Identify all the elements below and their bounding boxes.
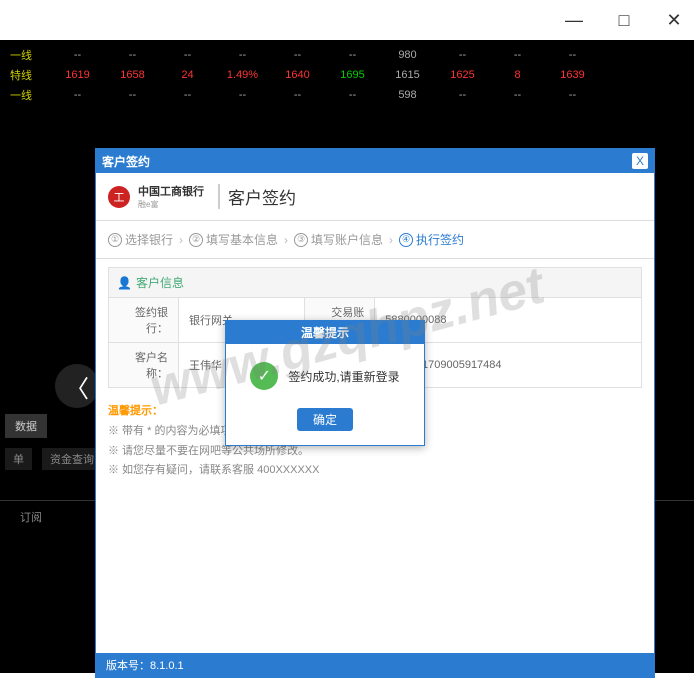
back-button[interactable]: 〈 xyxy=(55,364,99,408)
minimize-button[interactable]: — xyxy=(564,10,584,30)
name-label: 客户名称： xyxy=(109,343,179,388)
success-popup: 温馨提示 ✓ 签约成功,请重新登录 确定 xyxy=(225,320,425,446)
background-app: 一线 -- -- -- -- -- -- 980 -- -- -- 特线 161… xyxy=(0,40,694,673)
ticker-cell: -- xyxy=(105,89,160,101)
tab-funds[interactable]: 资金查询 xyxy=(42,448,102,470)
chevron-right-icon: › xyxy=(389,233,393,247)
step-breadcrumb: ①选择银行 › ②填写基本信息 › ③填写账户信息 › ④执行签约 xyxy=(96,221,654,259)
bank-logo-icon: 工 xyxy=(108,186,130,208)
ticker-cell: 1619 xyxy=(50,69,105,81)
tab-order[interactable]: 单 xyxy=(5,448,32,470)
popup-message: 签约成功,请重新登录 xyxy=(288,368,399,385)
maximize-button[interactable]: □ xyxy=(614,10,634,30)
ticker-cell: -- xyxy=(490,49,545,61)
ticker-cell: -- xyxy=(490,89,545,101)
ticker-cell: 1640 xyxy=(270,69,325,81)
ticker-label: 一线 xyxy=(10,87,50,103)
ticker-cell: 598 xyxy=(380,89,435,101)
ticker-cell: -- xyxy=(545,89,600,101)
step-1: ①选择银行 xyxy=(108,231,173,248)
ticker-cell: -- xyxy=(215,49,270,61)
ticker-cell: 24 xyxy=(160,69,215,81)
dialog-close-button[interactable]: X xyxy=(632,153,648,169)
bank-label: 签约银行： xyxy=(109,298,179,343)
ticker-cell: 1658 xyxy=(105,69,160,81)
dialog-title: 客户签约 xyxy=(102,153,150,170)
step-4: ④执行签约 xyxy=(399,231,464,248)
ticker-cell: -- xyxy=(50,89,105,101)
version-bar: 版本号：8.1.0.1 xyxy=(96,653,654,677)
ticker-cell: -- xyxy=(160,89,215,101)
ticker-cell: -- xyxy=(215,89,270,101)
ticker-cell: 1695 xyxy=(325,69,380,81)
step-3: ③填写账户信息 xyxy=(294,231,383,248)
ticker-cell: 8 xyxy=(490,69,545,81)
user-icon: 👤 xyxy=(117,276,132,290)
ticker-cell: 1625 xyxy=(435,69,490,81)
tab-data[interactable]: 数据 xyxy=(5,414,47,438)
success-check-icon: ✓ xyxy=(250,362,278,390)
close-button[interactable]: ✕ xyxy=(664,10,684,30)
step-2: ②填写基本信息 xyxy=(189,231,278,248)
popup-title: 温馨提示 xyxy=(226,321,424,344)
ok-button[interactable]: 确定 xyxy=(297,408,353,431)
ticker-label: 特线 xyxy=(10,67,50,83)
chevron-right-icon: › xyxy=(284,233,288,247)
ticker-cell: -- xyxy=(105,49,160,61)
tip-line: ※ 如您存有疑问，请联系客服 400XXXXXX xyxy=(108,461,642,481)
section-header: 👤 客户信息 xyxy=(108,267,642,297)
chevron-right-icon: › xyxy=(179,233,183,247)
ticker-cell: -- xyxy=(325,89,380,101)
page-heading: 客户签约 xyxy=(218,184,296,209)
ticker-cell: -- xyxy=(50,49,105,61)
ticker-cell: 1639 xyxy=(545,69,600,81)
bank-subtitle: 融e富 xyxy=(138,199,204,210)
ticker-cell: 1.49% xyxy=(215,69,270,81)
ticker-cell: -- xyxy=(270,49,325,61)
ticker-cell: -- xyxy=(325,49,380,61)
ticker-cell: -- xyxy=(435,89,490,101)
bank-name: 中国工商银行 xyxy=(138,183,204,199)
ticker-cell: -- xyxy=(270,89,325,101)
ticker-label: 一线 xyxy=(10,47,50,63)
ticker-cell: 1615 xyxy=(380,69,435,81)
ticker-cell: -- xyxy=(545,49,600,61)
ticker-cell: 980 xyxy=(380,49,435,61)
ticker-cell: -- xyxy=(435,49,490,61)
ticker-cell: -- xyxy=(160,49,215,61)
ticker-table: 一线 -- -- -- -- -- -- 980 -- -- -- 特线 161… xyxy=(0,40,694,110)
